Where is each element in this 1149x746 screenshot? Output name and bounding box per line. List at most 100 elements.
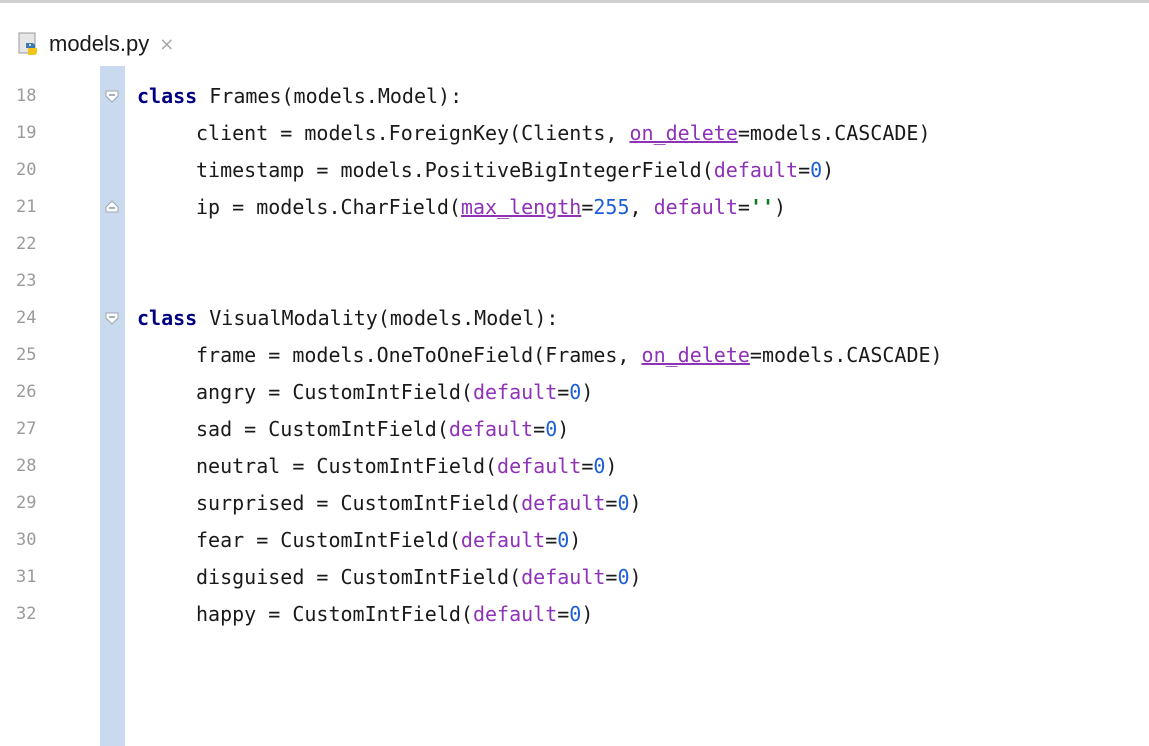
- line-number: 32: [16, 603, 37, 624]
- code-token: 0: [557, 527, 570, 552]
- code-token: =: [545, 527, 558, 552]
- code-token: 0: [593, 453, 606, 478]
- code-token: ): [774, 194, 787, 219]
- code-token: 0: [569, 601, 582, 626]
- code-token: =: [581, 453, 594, 478]
- code-token: ): [605, 453, 618, 478]
- code-line[interactable]: 20 timestamp = models.PositiveBigIntegerF…: [0, 151, 1149, 188]
- editor-tab-bar: models.py ×: [0, 0, 1149, 69]
- code-token: 0: [569, 379, 582, 404]
- line-number: 28: [16, 455, 37, 476]
- code-line[interactable]: 24 class VisualModality(models.Model):: [0, 299, 1149, 336]
- code-text: disguised = CustomIntField(default=0): [196, 565, 642, 589]
- code-token: =: [798, 157, 811, 182]
- fold-open-icon[interactable]: [104, 310, 120, 326]
- code-token: max_length: [460, 194, 582, 219]
- code-token: =: [605, 564, 618, 589]
- tab-models-py[interactable]: models.py ×: [6, 22, 232, 66]
- line-number: 25: [16, 344, 37, 365]
- code-token: default: [460, 527, 546, 552]
- line-number: 20: [16, 159, 37, 180]
- line-number: 29: [16, 492, 37, 513]
- code-line[interactable]: 25 frame = models.OneToOneField(Frames, o…: [0, 336, 1149, 373]
- code-token: frame = models.OneToOneField(Frames,: [196, 342, 642, 367]
- code-token: ): [629, 490, 642, 515]
- line-number: 23: [16, 270, 37, 291]
- code-text: happy = CustomIntField(default=0): [196, 602, 593, 626]
- code-text: fear = CustomIntField(default=0): [196, 528, 581, 552]
- code-text: class Frames(models.Model):: [137, 84, 462, 108]
- line-number: 31: [16, 566, 37, 587]
- code-line[interactable]: 29 surprised = CustomIntField(default=0): [0, 484, 1149, 521]
- code-line[interactable]: 27 sad = CustomIntField(default=0): [0, 410, 1149, 447]
- code-line[interactable]: 26 angry = CustomIntField(default=0): [0, 373, 1149, 410]
- code-token: fear = CustomIntField(: [196, 527, 461, 552]
- line-number: 30: [16, 529, 37, 550]
- code-token: ): [629, 564, 642, 589]
- code-token: =models.CASCADE): [737, 120, 931, 145]
- code-text: sad = CustomIntField(default=0): [196, 417, 569, 441]
- code-line[interactable]: 18 class Frames(models.Model):: [0, 77, 1149, 114]
- code-line[interactable]: 22: [0, 225, 1149, 262]
- code-line[interactable]: 19 client = models.ForeignKey(Clients, on…: [0, 114, 1149, 151]
- code-token: =: [581, 194, 594, 219]
- code-text: angry = CustomIntField(default=0): [196, 380, 593, 404]
- line-number: 21: [16, 196, 37, 217]
- fold-open-icon[interactable]: [104, 88, 120, 104]
- fold-end-icon[interactable]: [104, 199, 120, 215]
- code-token: ip = models.CharField(: [196, 194, 461, 219]
- code-token: surprised = CustomIntField(: [196, 490, 522, 515]
- code-token: ): [581, 379, 594, 404]
- code-token: 0: [617, 490, 630, 515]
- code-token: ,: [629, 194, 654, 219]
- close-icon[interactable]: ×: [159, 34, 174, 55]
- code-token: default: [472, 601, 558, 626]
- code-text: frame = models.OneToOneField(Frames, on_…: [196, 343, 943, 367]
- code-token: 0: [617, 564, 630, 589]
- code-token: sad = CustomIntField(: [196, 416, 449, 441]
- code-text: client = models.ForeignKey(Clients, on_d…: [196, 121, 931, 145]
- code-editor[interactable]: 18 class Frames(models.Model): 19 client = …: [0, 66, 1149, 746]
- code-text: class VisualModality(models.Model):: [137, 306, 558, 330]
- code-token: on_delete: [629, 120, 738, 145]
- line-number: 26: [16, 381, 37, 402]
- code-token: default: [472, 379, 558, 404]
- code-token: default: [497, 453, 582, 478]
- code-token: class: [137, 305, 198, 330]
- code-line[interactable]: 32 happy = CustomIntField(default=0): [0, 595, 1149, 632]
- tab-title: models.py: [49, 31, 150, 56]
- code-token: ): [557, 416, 570, 441]
- code-line[interactable]: 31 disguised = CustomIntField(default=0): [0, 558, 1149, 595]
- code-token: =: [557, 379, 570, 404]
- code-token: default: [653, 194, 738, 219]
- code-token: =: [533, 416, 546, 441]
- code-line[interactable]: 30 fear = CustomIntField(default=0): [0, 521, 1149, 558]
- code-token: =: [737, 194, 750, 219]
- code-token: neutral = CustomIntField(: [196, 453, 498, 478]
- line-number: 22: [16, 233, 37, 254]
- code-token: default: [448, 416, 534, 441]
- code-text: surprised = CustomIntField(default=0): [196, 491, 642, 515]
- code-line[interactable]: 21 ip = models.CharField(max_length=255, …: [0, 188, 1149, 225]
- line-number: 19: [16, 122, 37, 143]
- code-line[interactable]: 23: [0, 262, 1149, 299]
- line-number: 24: [16, 307, 37, 328]
- line-number: 27: [16, 418, 37, 439]
- code-line[interactable]: 28 neutral = CustomIntField(default=0): [0, 447, 1149, 484]
- code-token: '': [749, 194, 775, 219]
- code-token: ): [822, 157, 835, 182]
- code-token: ): [581, 601, 594, 626]
- code-text: timestamp = models.PositiveBigIntegerFie…: [196, 158, 834, 182]
- code-token: default: [713, 157, 799, 182]
- code-token: timestamp = models.PositiveBigIntegerFie…: [196, 157, 714, 182]
- code-token: =models.CASCADE): [749, 342, 943, 367]
- code-token: Frames(models.Model):: [197, 83, 463, 108]
- code-token: angry = CustomIntField(: [196, 379, 473, 404]
- code-token: happy = CustomIntField(: [196, 601, 473, 626]
- code-text: ip = models.CharField(max_length=255, de…: [196, 195, 786, 219]
- line-number: 18: [16, 85, 37, 106]
- code-text: neutral = CustomIntField(default=0): [196, 454, 617, 478]
- code-token: 0: [810, 157, 823, 182]
- code-token: VisualModality(models.Model):: [197, 305, 559, 330]
- code-token: client = models.ForeignKey(Clients,: [196, 120, 630, 145]
